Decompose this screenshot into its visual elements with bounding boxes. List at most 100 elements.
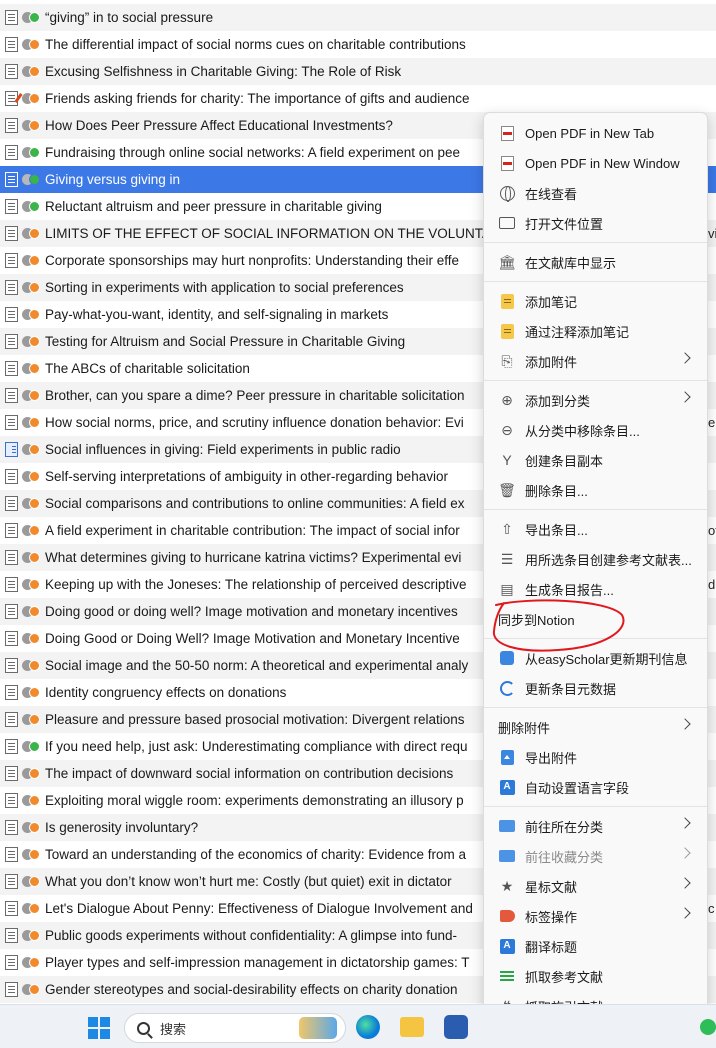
document-icon — [5, 874, 18, 889]
status-dots — [22, 390, 40, 401]
status-dots — [22, 282, 40, 293]
menu-item[interactable]: 更新条目元数据 — [484, 673, 707, 703]
menu-item[interactable]: ▤ 生成条目报告... — [484, 574, 707, 604]
menu-item[interactable]: ⊕ 添加到分类 — [484, 385, 707, 415]
menu-item[interactable]: Y 创建条目副本 — [484, 445, 707, 475]
menu-item[interactable]: ⊖ 从分类中移除条目... — [484, 415, 707, 445]
status-dot-icon — [29, 660, 40, 671]
menu-item[interactable]: 抓取参考文献 — [484, 961, 707, 991]
item-row[interactable]: “giving” in to social pressure — [0, 4, 716, 31]
pdf-icon-shape — [500, 155, 514, 171]
status-dot-icon — [29, 714, 40, 725]
title-overflow-fragment: c — [708, 901, 715, 916]
menu-item[interactable]: ⇧ 导出条目... — [484, 514, 707, 544]
menu-item-label: 添加附件 — [525, 354, 578, 370]
document-icon — [5, 145, 18, 160]
menu-item: 前往收藏分类 — [484, 841, 707, 871]
status-dots — [22, 984, 40, 995]
file-explorer-icon[interactable] — [400, 1017, 424, 1037]
title-overflow-fragment: d — [708, 577, 716, 592]
status-dot-icon — [29, 201, 40, 212]
menu-item[interactable]: ★ 星标文献 — [484, 871, 707, 901]
easyscholar-icon — [498, 649, 516, 667]
item-row[interactable]: Excusing Selfishness in Charitable Givin… — [0, 58, 716, 85]
menu-item-label: Open PDF in New Tab — [525, 125, 655, 141]
status-dot-icon — [29, 39, 40, 50]
status-dots — [22, 201, 40, 212]
status-dots — [22, 147, 40, 158]
note-icon-shape — [500, 293, 514, 309]
menu-item[interactable]: 添加笔记 — [484, 286, 707, 316]
status-dot-icon — [29, 822, 40, 833]
status-dots — [22, 633, 40, 644]
menu-item-label: 用所选条目创建参考文献表... — [525, 552, 692, 568]
status-dots — [22, 66, 40, 77]
status-dot-icon — [29, 687, 40, 698]
status-dots — [22, 903, 40, 914]
menu-item[interactable]: 删除附件 — [484, 712, 707, 742]
status-dots — [22, 849, 40, 860]
translate-icon: A — [498, 937, 516, 955]
status-dot-icon — [29, 795, 40, 806]
status-dots — [22, 174, 40, 185]
chevron-right-icon — [679, 718, 691, 730]
microsoft-store-icon[interactable] — [444, 1015, 468, 1039]
document-icon — [5, 64, 18, 79]
document-icon — [5, 253, 18, 268]
menu-item-label: 添加笔记 — [525, 294, 578, 310]
document-icon — [5, 820, 18, 835]
menu-item[interactable]: 🏛 在文献库中显示 — [484, 247, 707, 277]
menu-item[interactable]: 在线查看 — [484, 178, 707, 208]
status-dot-icon — [29, 363, 40, 374]
document-icon — [5, 712, 18, 727]
export-icon: ⇧ — [501, 521, 513, 537]
status-dot-icon — [29, 525, 40, 536]
item-row[interactable]: Friends asking friends for charity: The … — [0, 85, 716, 112]
title-overflow-fragment: e — [708, 415, 716, 430]
menu-separator — [484, 806, 707, 807]
menu-item[interactable]: 同步到Notion — [484, 604, 707, 634]
status-dots — [22, 741, 40, 752]
document-icon — [5, 361, 18, 376]
menu-item[interactable]: 标签操作 — [484, 901, 707, 931]
menu-item[interactable]: ⎘ 添加附件 — [484, 346, 707, 376]
menu-item-label: 删除条目... — [525, 483, 588, 499]
menu-item-label: 在线查看 — [525, 186, 578, 202]
menu-item[interactable]: A 翻译标题 — [484, 931, 707, 961]
menu-item[interactable]: A 自动设置语言字段 — [484, 772, 707, 802]
menu-item[interactable]: 打开文件位置 — [484, 208, 707, 238]
tag-icon-shape — [499, 910, 515, 922]
status-dot-icon — [29, 471, 40, 482]
menu-separator — [484, 707, 707, 708]
windows-start-icon[interactable] — [88, 1017, 110, 1039]
menu-item[interactable]: ☰ 用所选条目创建参考文献表... — [484, 544, 707, 574]
status-dot-icon — [29, 633, 40, 644]
taskbar-search-box[interactable]: 搜索 — [124, 1013, 346, 1043]
menu-item[interactable]: 通过注释添加笔记 — [484, 316, 707, 346]
status-dot-icon — [29, 984, 40, 995]
menu-item[interactable]: 导出附件 — [484, 742, 707, 772]
menu-item[interactable]: Open PDF in New Tab — [484, 118, 707, 148]
menu-item[interactable]: 前往所在分类 — [484, 811, 707, 841]
status-dot-icon — [29, 255, 40, 266]
menu-item[interactable]: Open PDF in New Window — [484, 148, 707, 178]
status-dot-icon — [29, 903, 40, 914]
status-dot-icon — [29, 768, 40, 779]
taskbar: 搜索 — [0, 1004, 716, 1048]
refresh-icon — [498, 679, 516, 697]
folder-blue-icon-shape — [499, 820, 515, 832]
menu-item-label: 前往所在分类 — [525, 819, 604, 835]
item-title: “giving” in to social pressure — [45, 10, 214, 25]
collection-add-icon: ⊕ — [501, 392, 513, 408]
status-dot-icon — [29, 309, 40, 320]
item-row[interactable]: The differential impact of social norms … — [0, 31, 716, 58]
tray-app-icon[interactable] — [700, 1019, 716, 1035]
globe-icon-shape — [499, 185, 515, 202]
menu-separator — [484, 242, 707, 243]
edge-browser-icon[interactable] — [356, 1015, 380, 1039]
search-highlight-image — [299, 1017, 337, 1039]
item-title: Friends asking friends for charity: The … — [45, 91, 470, 106]
menu-item[interactable]: 从easyScholar更新期刊信息 — [484, 643, 707, 673]
menu-item[interactable]: 🗑 删除条目... — [484, 475, 707, 505]
status-dots — [22, 471, 40, 482]
